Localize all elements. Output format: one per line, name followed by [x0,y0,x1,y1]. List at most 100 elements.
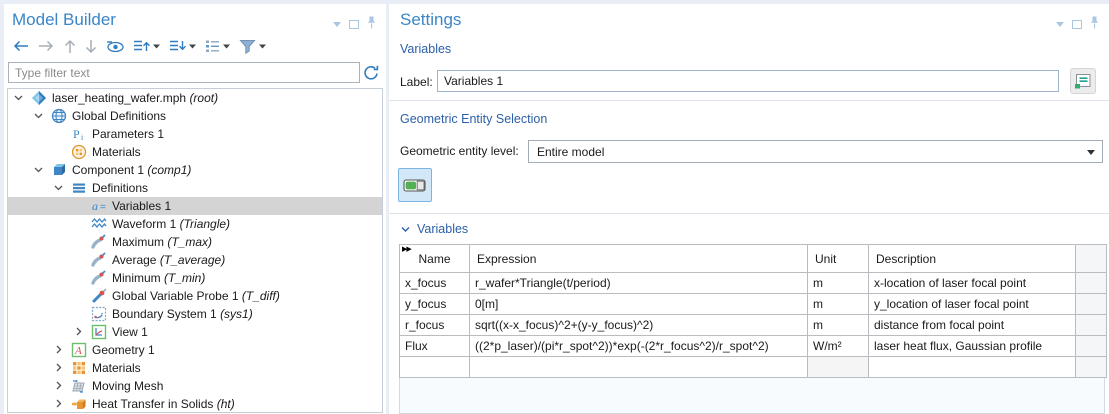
move-down-arrow-icon[interactable] [85,39,97,54]
restore-icon[interactable] [1072,20,1082,29]
globe-icon [51,108,67,124]
tree-item-average[interactable]: Average (T_average) [8,251,382,269]
note-icon [1074,73,1092,90]
table-row[interactable]: x_focus r_wafer*Triangle(t/period) m x-l… [400,273,1107,294]
back-arrow-icon[interactable] [12,40,29,52]
cell-description[interactable] [869,357,1076,378]
panel-menu-icon[interactable] [1056,22,1064,27]
geometric-entity-level-row: Geometric entity level: Entire model [400,140,1103,163]
tree-item-boundary-system[interactable]: Boundary System 1 (sys1) [8,305,382,323]
cell-name[interactable]: y_focus [400,294,470,315]
definitions-icon [71,180,87,196]
chevron-collapsed-icon[interactable] [53,380,65,392]
table-row-empty[interactable] [400,357,1107,378]
tree-item-variables[interactable]: a= Variables 1 [8,197,382,215]
cell-name[interactable]: r_focus [400,315,470,336]
cell-description[interactable]: y_location of laser focal point [869,294,1076,315]
chevron-down-icon [1087,150,1095,155]
tree-item-label: Moving Mesh [92,379,163,393]
chevron-collapsed-icon[interactable] [53,344,65,356]
tree-item-parameters[interactable]: Pi Parameters 1 [8,125,382,143]
tree-item-component[interactable]: Component 1 (comp1) [8,161,382,179]
tree-item-geometry[interactable]: A Geometry 1 [8,341,382,359]
create-note-button[interactable] [1070,68,1096,94]
label-input[interactable] [437,70,1059,92]
tree-item-minimum[interactable]: Minimum (T_min) [8,269,382,287]
table-row[interactable]: y_focus 0[m] m y_location of laser focal… [400,294,1107,315]
chevron-collapsed-icon[interactable] [73,326,85,338]
table-row[interactable]: Flux ((2*p_laser)/(pi*r_spot^2))*exp(-(2… [400,336,1107,357]
filter-funnel-button[interactable] [239,39,266,54]
chevron-collapsed-icon[interactable] [53,362,65,374]
filter-input[interactable] [8,62,360,83]
tree-item-root[interactable]: laser_heating_wafer.mph (root) [8,89,382,107]
model-builder-panel: Model Builder [4,4,386,414]
show-eye-icon[interactable] [106,39,124,53]
variables-table: ▶▶Name Expression Unit Description x_foc… [399,244,1107,378]
move-up-arrow-icon[interactable] [64,39,76,54]
cell-expression[interactable]: sqrt((x-x_focus)^2+(y-y_focus)^2) [470,315,808,336]
tree-item-materials-global[interactable]: Materials [8,143,382,161]
chevron-expanded-icon[interactable] [13,92,25,104]
geometric-entity-selection-header: Geometric Entity Selection [400,112,547,126]
tree-item-label: Minimum [112,271,161,285]
cell-description[interactable]: laser heat flux, Gaussian profile [869,336,1076,357]
tree-item-label: Maximum [112,235,164,249]
refresh-icon[interactable] [362,64,380,82]
tree-item-maximum[interactable]: Maximum (T_max) [8,233,382,251]
chevron-expanded-icon[interactable] [33,110,45,122]
svg-text:A: A [74,345,82,357]
moving-mesh-icon [71,378,87,394]
parameters-icon: Pi [71,126,87,142]
tree-item-label: Materials [92,145,141,159]
tree-item-global-variable-probe[interactable]: Global Variable Probe 1 (T_diff) [8,287,382,305]
tree-item-definitions[interactable]: Definitions [8,179,382,197]
chevron-expanded-icon[interactable] [33,164,45,176]
panel-menu-icon[interactable] [333,22,341,27]
tree-item-label: Boundary System 1 [112,307,217,321]
tree-item-view[interactable]: View 1 [8,323,382,341]
expand-list-up-button[interactable] [133,39,160,53]
tree-item-heat-transfer[interactable]: Heat Transfer in Solids (ht) [8,395,382,413]
cell-expression[interactable]: r_wafer*Triangle(t/period) [470,273,808,294]
variables-table-container: ▶▶Name Expression Unit Description x_foc… [399,245,1105,414]
dropdown-caret-icon [223,44,230,49]
cell-description[interactable]: distance from focal point [869,315,1076,336]
tree-item-label: Geometry 1 [92,343,155,357]
forward-arrow-icon[interactable] [38,40,55,52]
filter-funnel-icon [239,39,256,54]
column-header-name[interactable]: ▶▶Name [400,245,470,273]
cell-expression[interactable] [470,357,808,378]
active-selection-toggle-button[interactable] [398,168,432,202]
column-header-expression[interactable]: Expression [470,245,808,273]
waveform-icon [91,216,107,232]
tree-item-label: Parameters 1 [92,127,164,141]
model-tree-node-text-button[interactable] [205,39,230,53]
column-header-unit[interactable]: Unit [808,245,869,273]
table-row[interactable]: r_focus sqrt((x-x_focus)^2+(y-y_focus)^2… [400,315,1107,336]
column-header-description[interactable]: Description [869,245,1076,273]
settings-panel: Settings Variables Label: Geometric Enti… [389,4,1109,414]
tree-item-waveform[interactable]: Waveform 1 (Triangle) [8,215,382,233]
cell-name[interactable]: Flux [400,336,470,357]
restore-icon[interactable] [349,20,359,29]
cell-expression[interactable]: 0[m] [470,294,808,315]
collapse-list-down-icon [169,39,186,53]
cell-description[interactable]: x-location of laser focal point [869,273,1076,294]
geometric-entity-level-select[interactable]: Entire model [528,140,1103,163]
pin-icon[interactable] [367,16,376,32]
tree-item-global-definitions[interactable]: Global Definitions [8,107,382,125]
view-icon [91,324,107,340]
cell-expression[interactable]: ((2*p_laser)/(pi*r_spot^2))*exp(-(2*r_fo… [470,336,808,357]
pin-icon[interactable] [1090,16,1099,32]
geometric-entity-level-value: Entire model [537,145,604,159]
collapse-list-down-button[interactable] [169,39,196,53]
tree-item-materials-component[interactable]: Materials [8,359,382,377]
cell-name[interactable]: x_focus [400,273,470,294]
cell-name[interactable] [400,357,470,378]
chevron-expanded-icon[interactable] [53,182,65,194]
svg-text:P: P [73,127,80,141]
variables-section-header[interactable]: Variables [400,222,468,236]
chevron-collapsed-icon[interactable] [53,398,65,410]
tree-item-moving-mesh[interactable]: Moving Mesh [8,377,382,395]
